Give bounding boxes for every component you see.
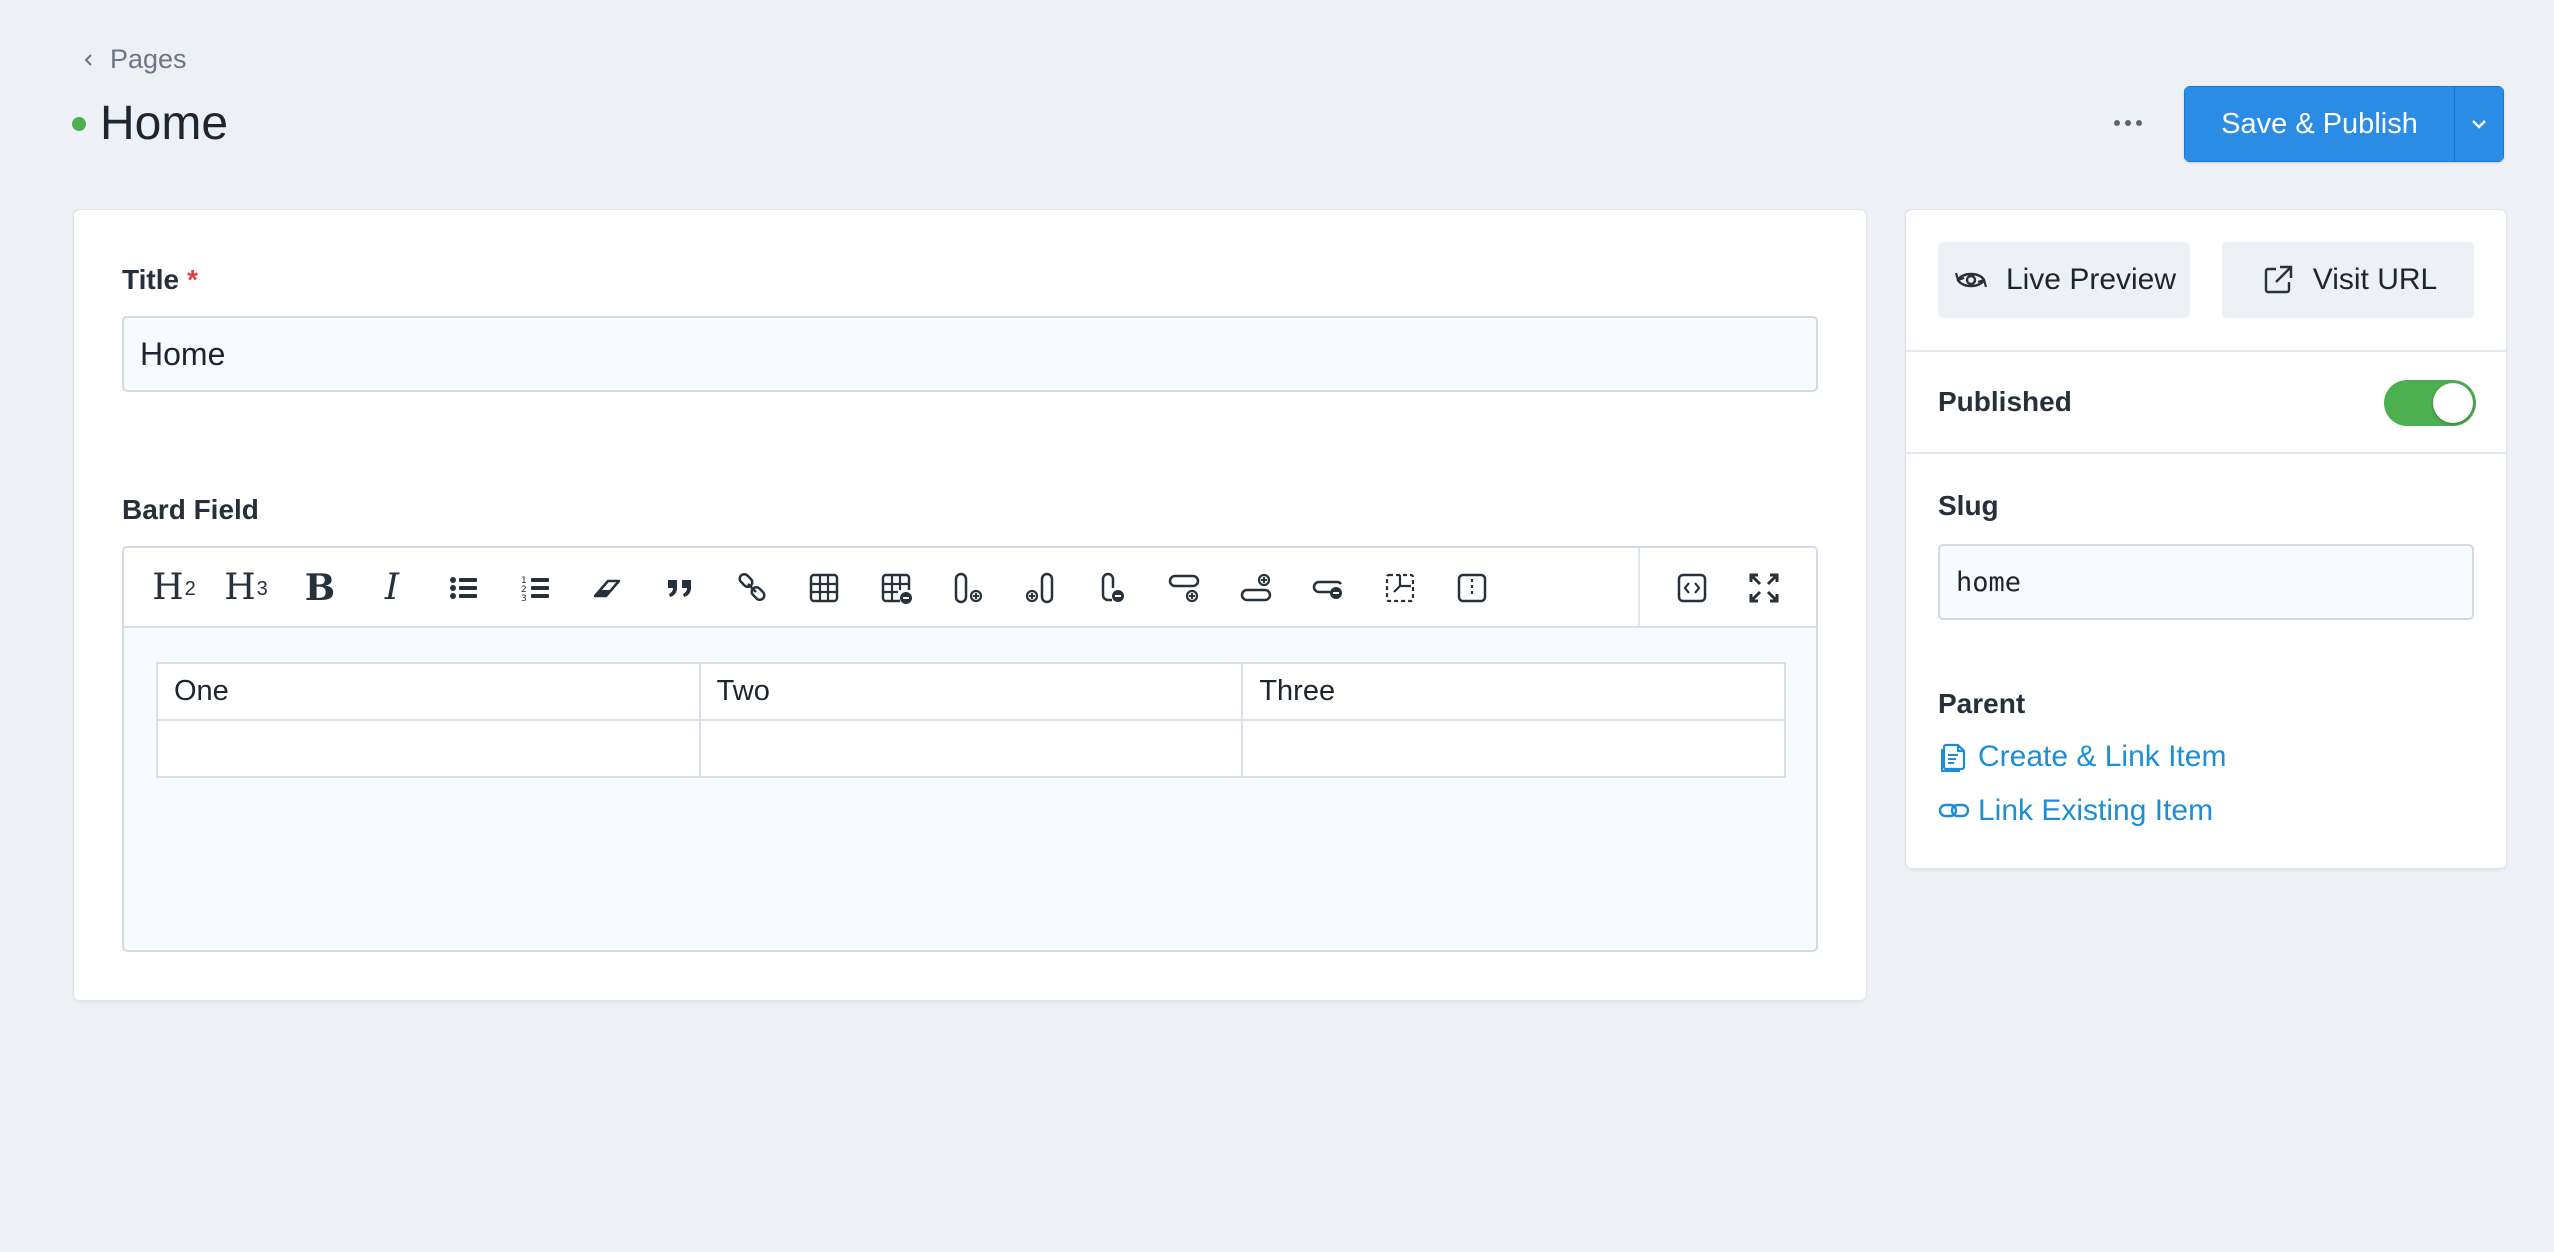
slug-input[interactable]: home (1938, 544, 2474, 620)
bard-editor: H2 H3 B I 123 One Two Three (122, 546, 1818, 952)
delete-table-icon (881, 573, 912, 604)
split-cell-button[interactable] (1450, 566, 1494, 610)
unordered-list-button[interactable] (442, 566, 486, 610)
table-cell[interactable] (1241, 719, 1786, 778)
table-cell[interactable] (156, 719, 701, 778)
slug-label: Slug (1938, 490, 1999, 521)
table-button[interactable] (802, 566, 846, 610)
bard-toolbar: H2 H3 B I 123 (124, 548, 1816, 628)
merge-cells-button[interactable] (1378, 566, 1422, 610)
remove-format-button[interactable] (586, 566, 630, 610)
add-column-icon (954, 572, 983, 604)
delete-row-button[interactable] (1306, 566, 1350, 610)
table-cell[interactable]: Three (1241, 662, 1786, 721)
visit-url-label: Visit URL (2312, 263, 2438, 296)
save-publish-button[interactable]: Save & Publish (2184, 86, 2454, 162)
chevron-down-icon (2472, 120, 2486, 129)
delete-table-button[interactable] (874, 566, 918, 610)
dot-icon (2125, 120, 2131, 126)
code-icon (1677, 573, 1707, 603)
content-table[interactable]: One Two Three (156, 662, 1786, 778)
more-actions-button[interactable] (2106, 108, 2150, 138)
page-title: Home (100, 97, 229, 150)
link-icon (1938, 803, 1970, 818)
live-preview-button[interactable]: Live Preview (1938, 242, 2190, 318)
delete-column-icon (1101, 572, 1124, 602)
table-icon (809, 573, 839, 603)
link-existing-label: Link Existing Item (1978, 794, 2214, 827)
bard-field-label: Bard Field (122, 494, 259, 525)
table-cell[interactable]: Two (698, 662, 1244, 721)
quote-button[interactable] (658, 566, 702, 610)
main-content-card: Title * Home Bard Field H2 H3 B I 123 On… (74, 210, 1866, 1000)
expand-icon (1749, 573, 1779, 603)
heading-3-icon: H3 (224, 567, 268, 608)
add-row-after-button[interactable] (1234, 566, 1278, 610)
breadcrumb[interactable]: Pages (82, 44, 187, 75)
svg-text:3: 3 (521, 594, 527, 604)
unordered-list-icon (450, 577, 477, 599)
italic-button[interactable]: I (370, 566, 414, 610)
add-row-icon (1240, 573, 1272, 602)
delete-column-button[interactable] (1090, 566, 1134, 610)
divider (1906, 452, 2506, 454)
quote-icon (668, 580, 691, 597)
document-add-icon (1941, 743, 1966, 772)
page-heading: Home (72, 96, 228, 151)
visit-url-button[interactable]: Visit URL (2222, 242, 2474, 318)
delete-row-icon (1312, 580, 1342, 599)
external-link-icon (2264, 265, 2292, 294)
bold-button[interactable]: B (298, 566, 342, 610)
ordered-list-button[interactable]: 123 (514, 566, 558, 610)
table-row: One Two Three (156, 662, 1786, 721)
live-preview-icon (1954, 272, 1988, 288)
ordered-list-icon: 123 (521, 576, 549, 604)
add-row-icon (1168, 574, 1200, 603)
table-cell[interactable]: One (156, 662, 701, 721)
title-input[interactable]: Home (122, 316, 1818, 392)
add-column-after-button[interactable] (1018, 566, 1062, 610)
bold-icon: B (304, 567, 336, 609)
toggle-knob (2433, 383, 2473, 423)
sidebar-card: Live Preview Visit URL Published Slug ho… (1906, 210, 2506, 868)
link-button[interactable] (730, 566, 774, 610)
link-icon (738, 572, 766, 602)
toolbar-divider (1638, 548, 1640, 626)
chevron-left-icon (84, 53, 92, 66)
code-view-button[interactable] (1670, 566, 1714, 610)
breadcrumb-label: Pages (110, 44, 187, 74)
published-toggle[interactable] (2384, 380, 2476, 426)
parent-label: Parent (1938, 688, 2026, 719)
dot-icon (2114, 120, 2120, 126)
link-existing-item-button[interactable]: Link Existing Item (1938, 794, 2213, 828)
heading-2-button[interactable]: H2 (148, 566, 200, 610)
fullscreen-button[interactable] (1742, 566, 1786, 610)
divider (1906, 350, 2506, 352)
eraser-icon (593, 579, 621, 598)
add-row-before-button[interactable] (1162, 566, 1206, 610)
title-label-text: Title (122, 264, 180, 295)
add-column-before-button[interactable] (946, 566, 990, 610)
title-field-label: Title * (122, 264, 198, 296)
status-dot-icon (72, 116, 86, 131)
create-link-item-button[interactable]: Create & Link Item (1938, 740, 2226, 774)
dot-icon (2136, 120, 2142, 126)
create-link-label: Create & Link Item (1978, 740, 2227, 773)
split-cell-icon (1457, 573, 1487, 603)
table-row (156, 719, 1786, 778)
live-preview-label: Live Preview (2005, 263, 2177, 296)
published-label: Published (1938, 386, 2072, 417)
publish-button-group: Save & Publish (2184, 86, 2504, 162)
publish-options-button[interactable] (2454, 86, 2504, 162)
heading-2-icon: H2 (152, 567, 196, 608)
merge-cells-icon (1385, 573, 1415, 603)
table-cell[interactable] (698, 719, 1244, 778)
heading-3-button[interactable]: H3 (220, 566, 272, 610)
add-column-icon (1025, 572, 1054, 604)
italic-icon: I (384, 567, 400, 608)
required-marker: * (187, 264, 198, 295)
